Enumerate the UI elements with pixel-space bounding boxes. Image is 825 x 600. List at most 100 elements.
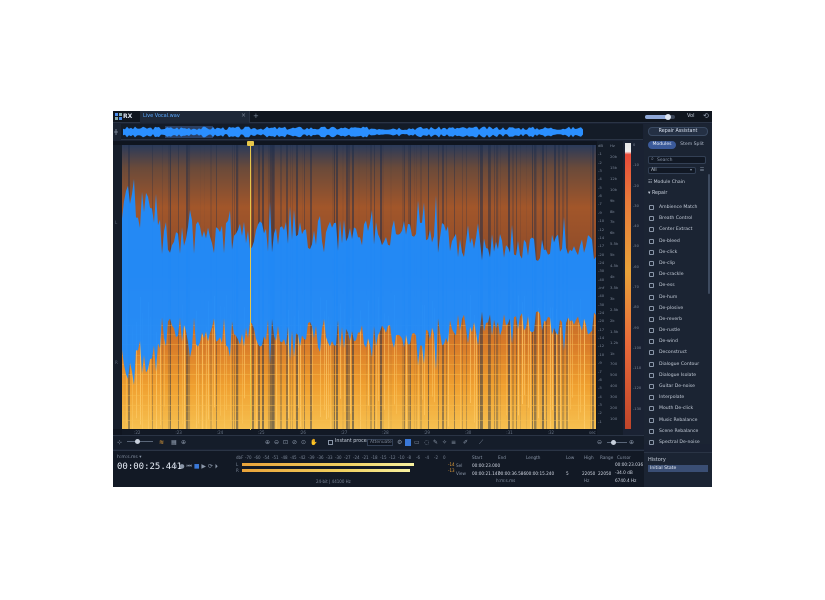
- play-icon[interactable]: ▶: [201, 463, 206, 470]
- view-start-field[interactable]: 00:00:21.147: [472, 471, 500, 476]
- hand-tool-icon[interactable]: ✋: [310, 439, 317, 446]
- play-selection-icon[interactable]: ⏵: [215, 463, 218, 470]
- module-item[interactable]: De-hum: [648, 292, 706, 303]
- stop-icon[interactable]: ■: [194, 463, 200, 470]
- module-item[interactable]: Ambience Match: [648, 202, 706, 213]
- pencil-tool-icon[interactable]: ✐: [463, 439, 468, 446]
- module-item[interactable]: Deconstruct: [648, 347, 706, 358]
- blend-slider-knob[interactable]: [135, 439, 140, 444]
- repair-assistant-button[interactable]: Repair Assistant: [648, 127, 708, 136]
- repair-section-header[interactable]: ▾ Repair: [648, 191, 667, 196]
- freq-high-field[interactable]: 22050: [582, 471, 595, 476]
- playhead[interactable]: [249, 141, 251, 431]
- waveform-toggle-icon[interactable]: ⊹: [117, 439, 122, 446]
- level-tick: -60: [254, 455, 261, 460]
- zoom-in-icon[interactable]: ⊕: [629, 439, 634, 446]
- settings-icon[interactable]: ⟲: [703, 112, 709, 120]
- scale-tick: -10: [598, 218, 605, 224]
- rewind-icon[interactable]: ⏮: [187, 463, 192, 470]
- module-item[interactable]: De-rustle: [648, 325, 706, 336]
- zoom-fit-icon[interactable]: ⊕: [181, 439, 186, 446]
- time-selection-tool-icon[interactable]: [405, 439, 411, 446]
- scale-tick: -20: [598, 318, 605, 324]
- module-item[interactable]: De-plosive: [648, 303, 706, 314]
- zoom-in-icon[interactable]: ⊕: [265, 439, 270, 446]
- instant-process-checkbox[interactable]: [328, 440, 333, 445]
- close-tab-icon[interactable]: ×: [241, 112, 246, 119]
- display-blend-slider[interactable]: [127, 441, 153, 442]
- sel-start-field[interactable]: 00:00:23.000: [472, 463, 500, 468]
- volume-label: Vol: [687, 113, 695, 119]
- module-icon: [649, 227, 654, 233]
- module-list-scrollbar[interactable]: [708, 174, 710, 294]
- spectrogram-toggle-icon[interactable]: ≋: [159, 439, 164, 446]
- module-item[interactable]: Spectral De-noise: [648, 437, 706, 448]
- volume-slider[interactable]: [645, 114, 675, 120]
- attenuate-select[interactable]: Attenuate: [367, 439, 393, 446]
- module-item[interactable]: De-ess: [648, 280, 706, 291]
- level-tick: -6: [416, 455, 420, 460]
- waveform-overview[interactable]: [113, 124, 643, 140]
- module-item[interactable]: De-clip: [648, 258, 706, 269]
- crossfade-icon[interactable]: ⟋: [479, 439, 483, 447]
- time-format-select[interactable]: h:m:s.ms ▾: [117, 455, 141, 460]
- harmonic-select-icon[interactable]: ≡: [451, 439, 456, 446]
- waveform-overlay: [122, 179, 596, 385]
- add-tab-button[interactable]: +: [253, 112, 259, 120]
- module-item[interactable]: Mouth De-click: [648, 403, 706, 414]
- module-item[interactable]: De-click: [648, 247, 706, 258]
- zoom-out-icon[interactable]: ⊖: [274, 439, 279, 446]
- loop-icon[interactable]: ⟳: [208, 463, 213, 470]
- zoom-time-icon[interactable]: ⊘: [292, 439, 297, 446]
- module-label: De-crackle: [659, 272, 684, 278]
- scale-tick: -4: [598, 393, 602, 399]
- view-end-field[interactable]: 00:00:36.586: [498, 471, 526, 476]
- grid-icon[interactable]: ▦: [171, 439, 177, 446]
- freq-low-field[interactable]: 5: [566, 471, 569, 476]
- zoom-out-icon[interactable]: ⊖: [597, 439, 602, 446]
- scale-tick: 5.5k: [610, 241, 619, 247]
- module-item[interactable]: Scene Rebalance: [648, 426, 706, 437]
- zoom-selection-icon[interactable]: ⊡: [283, 439, 288, 446]
- level-tick: -42: [299, 455, 306, 460]
- zoom-slider[interactable]: [607, 442, 627, 443]
- module-search-input[interactable]: Search: [648, 156, 706, 164]
- volume-knob[interactable]: [664, 114, 671, 120]
- record-icon[interactable]: ●: [179, 463, 184, 470]
- headphones-icon[interactable]: ∩: [173, 463, 177, 470]
- module-item[interactable]: De-crackle: [648, 269, 706, 280]
- module-item[interactable]: De-wind: [648, 336, 706, 347]
- module-chain-button[interactable]: ☷ Module Chain: [648, 178, 706, 187]
- freq-range-field[interactable]: 22050: [598, 471, 611, 476]
- module-item[interactable]: De-bleed: [648, 236, 706, 247]
- zoom-slider-knob[interactable]: [611, 440, 616, 445]
- cursor-hz: 6740.4 Hz: [615, 478, 637, 483]
- module-item[interactable]: Dialogue Isolate: [648, 370, 706, 381]
- file-tab[interactable]: Live Vocal.wav ×: [140, 111, 250, 123]
- module-filter-select[interactable]: All: [648, 167, 696, 174]
- scale-tick: -120: [633, 386, 642, 391]
- module-item[interactable]: Interpolate: [648, 392, 706, 403]
- module-item[interactable]: Dialogue Contour: [648, 359, 706, 370]
- tab-modules[interactable]: Modules: [648, 141, 676, 149]
- freq-header-range: Range: [600, 455, 614, 460]
- lasso-tool-icon[interactable]: ◌: [424, 439, 429, 446]
- zoom-freq-icon[interactable]: ⊙: [301, 439, 306, 446]
- module-item[interactable]: Guitar De-noise: [648, 381, 706, 392]
- scale-tick: 1k: [610, 350, 615, 356]
- history-item[interactable]: Initial State: [648, 465, 708, 472]
- playhead-handle[interactable]: [246, 141, 254, 146]
- module-item[interactable]: Music Rebalance: [648, 415, 706, 426]
- module-item[interactable]: De-reverb: [648, 314, 706, 325]
- spectrogram-view[interactable]: L R :22:23:24:25:26:27:28:29:30:…: [113, 141, 597, 436]
- module-item[interactable]: Breath Control: [648, 213, 706, 224]
- tab-stem-split[interactable]: Stem Split: [677, 141, 707, 149]
- list-view-icon[interactable]: ☰: [698, 167, 706, 174]
- scale-tick: dB: [598, 143, 604, 148]
- brush-tool-icon[interactable]: ✎: [433, 439, 438, 446]
- view-length-field[interactable]: 00:00:15.240: [526, 471, 554, 476]
- freq-selection-tool-icon[interactable]: ▭: [414, 439, 420, 446]
- module-item[interactable]: Center Extract: [648, 224, 706, 235]
- magic-wand-icon[interactable]: ✧: [442, 439, 447, 446]
- settings-icon[interactable]: ⚙: [397, 439, 402, 446]
